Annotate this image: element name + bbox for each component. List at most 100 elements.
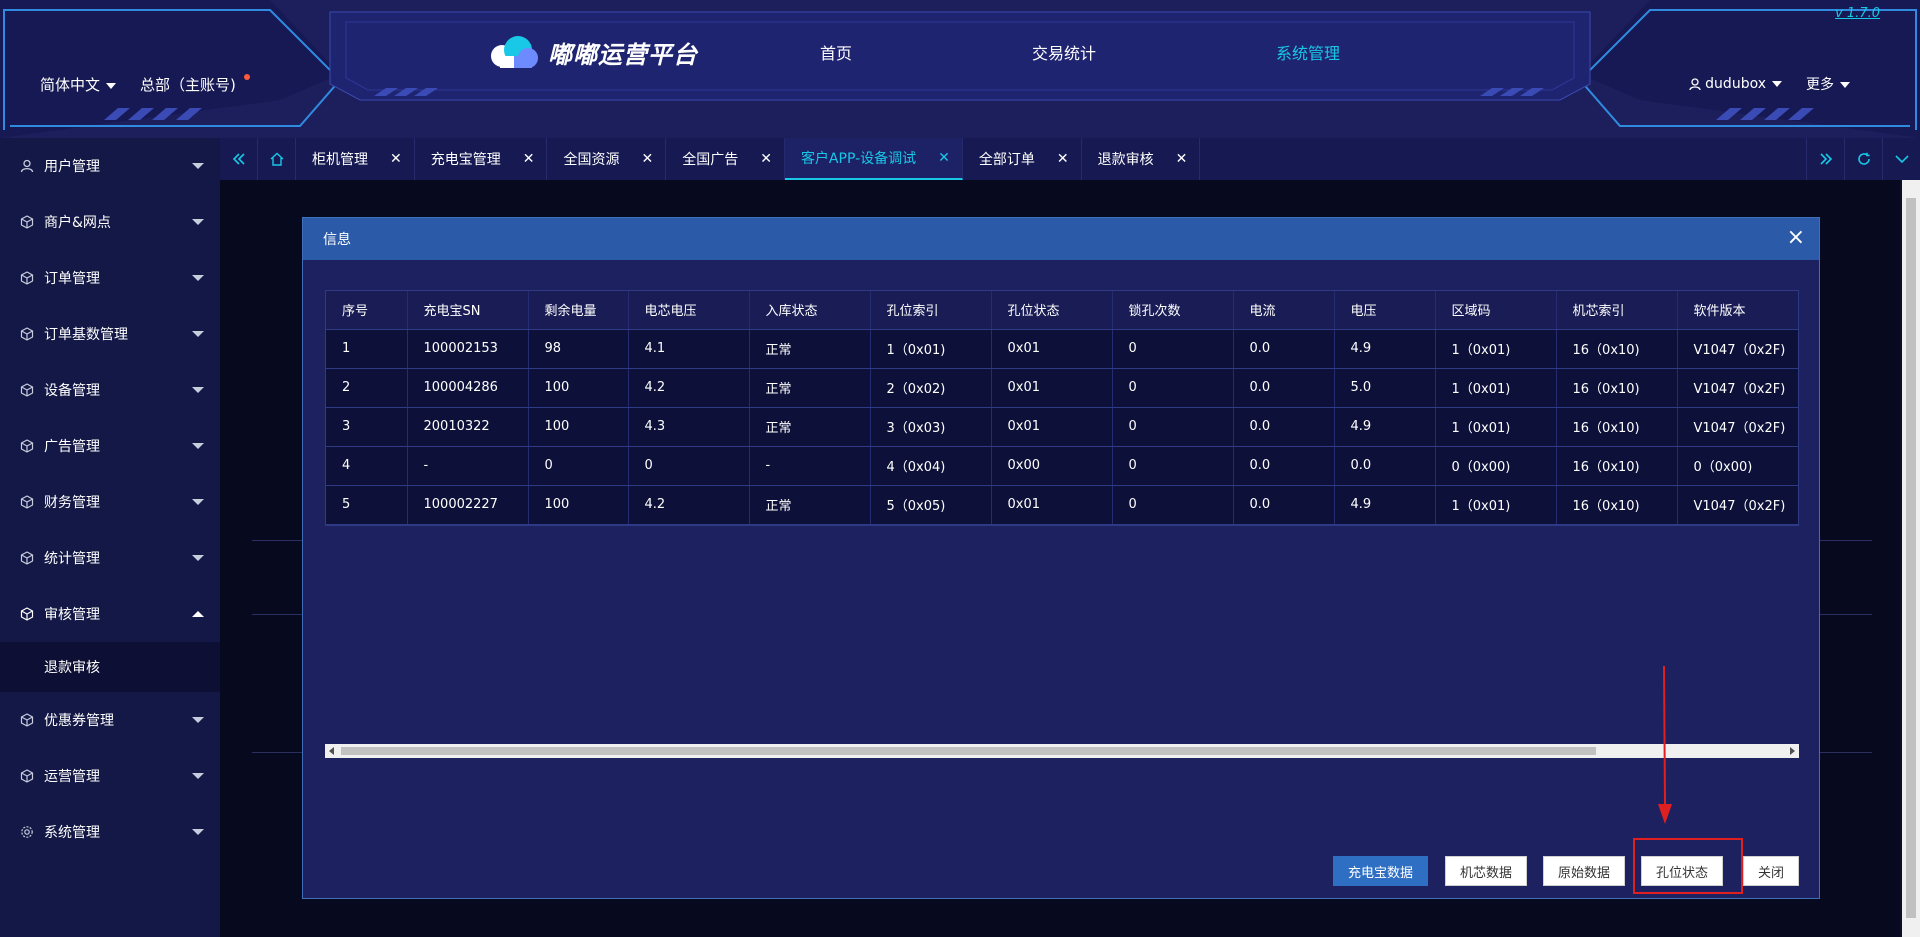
- sidebar-item-label: 广告管理: [44, 439, 100, 455]
- sidebar-item-statistics[interactable]: 统计管理: [0, 530, 220, 586]
- chevron-down-icon: [1894, 155, 1909, 164]
- powerbank-data-button[interactable]: 充电宝数据: [1333, 856, 1429, 886]
- close-icon[interactable]: ✕: [760, 151, 772, 167]
- table-cell: 98: [528, 329, 629, 369]
- tab-app-device-debug[interactable]: 客户APP-设备调试 ✕: [784, 138, 963, 180]
- version-link[interactable]: v 1.7.0: [1835, 6, 1880, 21]
- nav-home[interactable]: 首页: [820, 40, 852, 64]
- language-label: 简体中文: [40, 76, 101, 94]
- sidebar-item-coupons[interactable]: 优惠券管理: [0, 692, 220, 748]
- username: dudubox: [1705, 76, 1766, 92]
- refresh-icon: [1857, 152, 1870, 165]
- sidebar-item-label: 设备管理: [44, 383, 100, 399]
- table-cell: 0: [1112, 329, 1234, 369]
- gear-icon: [20, 825, 34, 839]
- tab-home[interactable]: [258, 138, 296, 180]
- table-cell: 16（0x10): [1556, 368, 1678, 408]
- sidebar-item-merchants[interactable]: 商户&网点: [0, 194, 220, 250]
- table-cell: 正常: [749, 329, 871, 369]
- scrollbar-thumb[interactable]: [1906, 198, 1916, 918]
- tab-national-ads[interactable]: 全国广告 ✕: [666, 138, 785, 180]
- nav-trade-stats[interactable]: 交易统计: [1032, 40, 1096, 64]
- table-cell: 4.1: [628, 329, 750, 369]
- column-header: 机芯索引: [1556, 291, 1678, 330]
- user-menu[interactable]: dudubox: [1689, 76, 1782, 92]
- table-cell: 3: [326, 407, 408, 447]
- table-row: 5 100002227 100 4.2 正常 5（0x05) 0x01 0 0.…: [326, 485, 1798, 525]
- refresh-button[interactable]: [1844, 138, 1882, 180]
- scrollbar-thumb[interactable]: [341, 747, 1596, 755]
- chevron-down-icon: [192, 387, 204, 393]
- table-cell: 1（0x01): [1435, 329, 1557, 369]
- close-icon[interactable]: ✕: [390, 151, 402, 167]
- table-cell: 0.0: [1233, 368, 1335, 408]
- tabs-scroll-right-button[interactable]: [1806, 138, 1844, 180]
- sidebar-item-finance[interactable]: 财务管理: [0, 474, 220, 530]
- scroll-right-arrow-icon[interactable]: [1790, 747, 1795, 755]
- tab-all-orders[interactable]: 全部订单 ✕: [963, 138, 1082, 180]
- scroll-left-arrow-icon[interactable]: [329, 747, 334, 755]
- sidebar-item-order-base[interactable]: 订单基数管理: [0, 306, 220, 362]
- tab-national-resources[interactable]: 全国资源 ✕: [547, 138, 667, 180]
- info-dialog: 信息 × 序号 充电宝SN 剩余电量 电芯电压 入库状态 孔位索引 孔位状态 锁…: [302, 217, 1820, 899]
- sidebar-item-label: 系统管理: [44, 825, 100, 841]
- page-scrollbar[interactable]: [1902, 180, 1920, 937]
- sidebar-item-operations[interactable]: 运营管理: [0, 748, 220, 804]
- chevron-down-icon: [1840, 82, 1850, 88]
- close-icon[interactable]: ✕: [523, 151, 535, 167]
- sidebar-item-user-management[interactable]: 用户管理: [0, 138, 220, 194]
- table-cell: 1（0x01): [1435, 407, 1557, 447]
- language-select[interactable]: 简体中文: [40, 74, 117, 95]
- sidebar-item-system[interactable]: 系统管理: [0, 804, 220, 860]
- cube-icon: [20, 607, 34, 621]
- table-cell: 0: [528, 446, 629, 486]
- nav-system-management[interactable]: 系统管理: [1276, 40, 1340, 64]
- chevron-down-icon: [106, 82, 117, 89]
- sidebar-subitem-refund-review[interactable]: 退款审核: [0, 642, 220, 692]
- table-cell: 0.0: [1233, 446, 1335, 486]
- table-row: 1 100002153 98 4.1 正常 1（0x01) 0x01 0 0.0…: [326, 329, 1798, 369]
- sidebar-item-label: 财务管理: [44, 495, 100, 511]
- chevron-down-icon: [192, 163, 204, 169]
- tab-powerbank-management[interactable]: 充电宝管理 ✕: [415, 138, 548, 180]
- sidebar-item-devices[interactable]: 设备管理: [0, 362, 220, 418]
- close-icon[interactable]: ✕: [1176, 151, 1188, 167]
- table-cell: 4（0x04): [870, 446, 992, 486]
- tab-cabinet-management[interactable]: 柜机管理 ✕: [296, 138, 415, 180]
- table-cell: 4: [326, 446, 408, 486]
- top-header: v 1.7.0 嘟嘟运营平台 首页 交易统计 系统管理 简体中文 总部（主账号)…: [0, 0, 1920, 138]
- table-cell: 2（0x02): [870, 368, 992, 408]
- close-icon[interactable]: ✕: [641, 151, 653, 167]
- core-data-button[interactable]: 机芯数据: [1445, 856, 1528, 886]
- cube-icon: [20, 383, 34, 397]
- account-select[interactable]: 总部（主账号): [140, 74, 250, 95]
- table-cell: 0: [1112, 368, 1234, 408]
- sidebar-item-label: 统计管理: [44, 551, 100, 567]
- table-cell: 0x01: [991, 368, 1113, 408]
- table-cell: 0.0: [1233, 407, 1335, 447]
- raw-data-button[interactable]: 原始数据: [1543, 856, 1626, 886]
- close-icon[interactable]: ✕: [1057, 151, 1069, 167]
- table-horizontal-scrollbar[interactable]: [325, 744, 1799, 758]
- sidebar-item-ads[interactable]: 广告管理: [0, 418, 220, 474]
- tabs-scroll-left-button[interactable]: [220, 138, 258, 180]
- close-button[interactable]: 关闭: [1743, 856, 1800, 886]
- table-row: 4 - 0 0 - 4（0x04) 0x00 0 0.0 0.0 0（0x00)…: [326, 446, 1798, 486]
- close-icon[interactable]: ✕: [938, 150, 950, 166]
- cube-icon: [20, 215, 34, 229]
- tabs-dropdown-button[interactable]: [1882, 138, 1920, 180]
- sidebar-item-review[interactable]: 审核管理: [0, 586, 220, 642]
- sidebar-item-label: 审核管理: [44, 607, 100, 623]
- sidebar-item-orders[interactable]: 订单管理: [0, 250, 220, 306]
- table-cell: 100: [528, 407, 629, 447]
- account-label: 总部（主账号): [140, 76, 236, 94]
- chevron-up-icon: [192, 611, 204, 617]
- sidebar-item-label: 优惠券管理: [44, 713, 114, 729]
- close-icon[interactable]: ×: [1787, 226, 1805, 250]
- more-menu[interactable]: 更多: [1806, 74, 1850, 94]
- tab-refund-review[interactable]: 退款审核 ✕: [1082, 138, 1201, 180]
- home-icon: [270, 152, 283, 166]
- tab-label: 全国资源: [563, 152, 620, 168]
- table-cell: 4.2: [628, 368, 750, 408]
- column-header: 孔位状态: [991, 291, 1113, 330]
